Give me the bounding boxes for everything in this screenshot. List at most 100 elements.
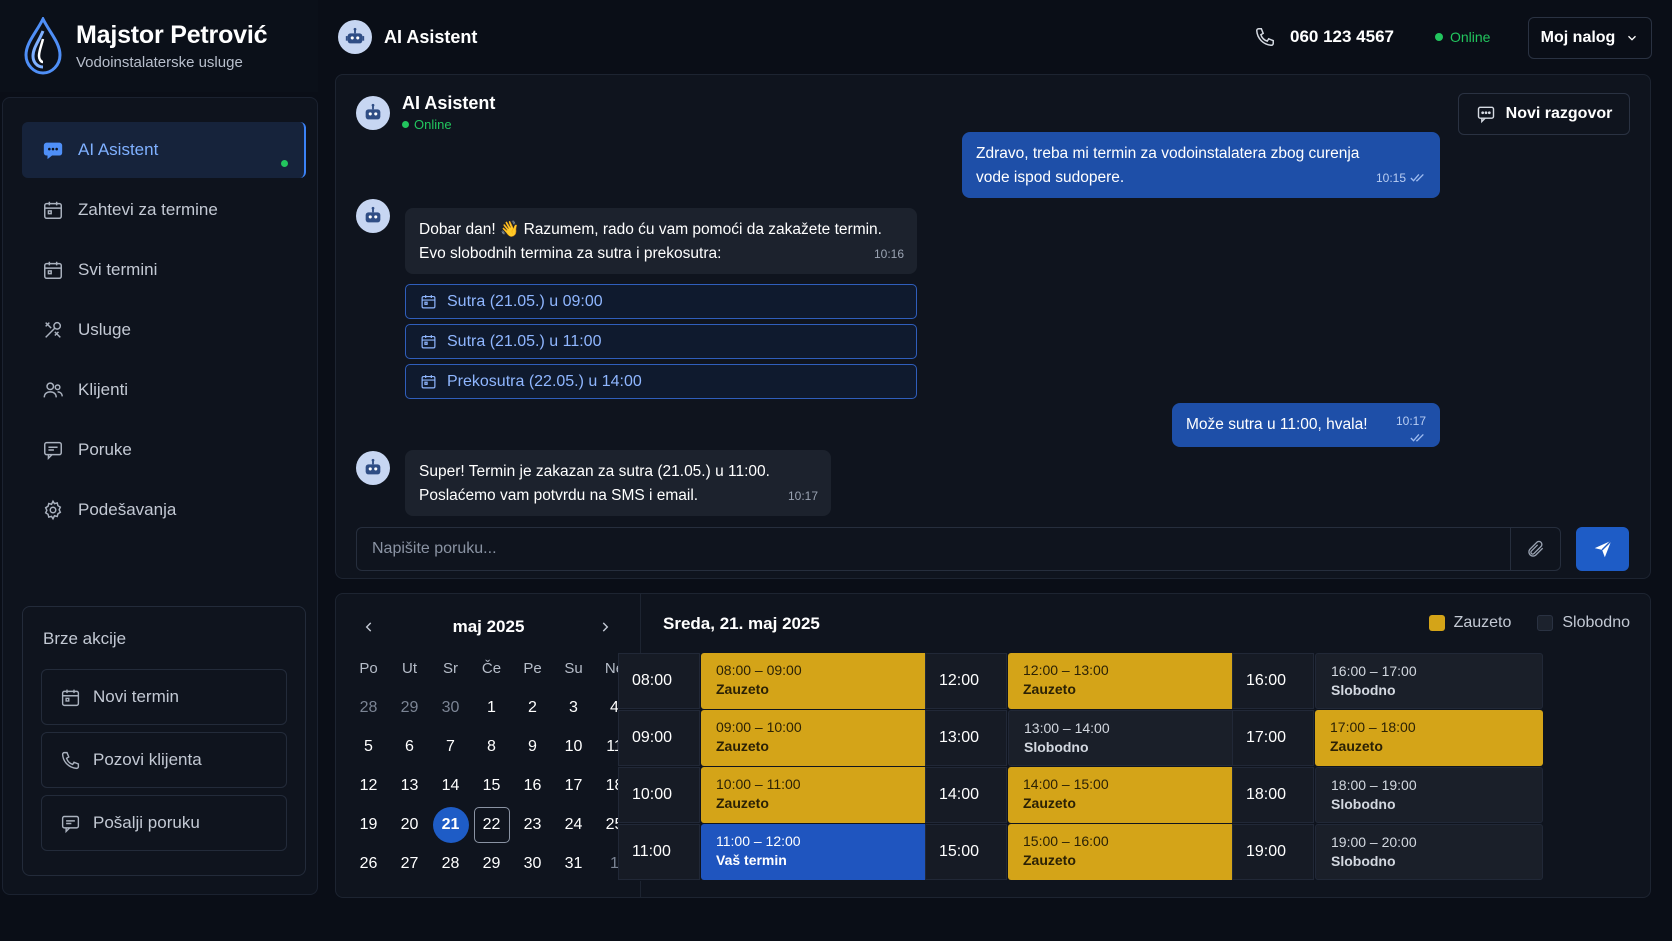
page-title-text: AI Asistent xyxy=(384,26,478,47)
calendar-day[interactable]: 30 xyxy=(430,688,471,727)
calendar-day[interactable]: 14 xyxy=(430,766,471,805)
new-appointment-button[interactable]: Novi termin xyxy=(41,669,287,725)
calendar-day[interactable]: 27 xyxy=(389,844,430,883)
calendar-day-number: 16 xyxy=(523,776,542,794)
calendar-day-selected[interactable]: 21 xyxy=(430,805,471,844)
message-time: 10:16 xyxy=(873,247,904,261)
time-slot-busy[interactable]: 09:00 – 10:00 Zauzeto xyxy=(701,710,929,766)
schedule-row: 14:00 14:00 – 15:00 Zauzeto xyxy=(925,767,1243,824)
weekday-header: Po Ut Sr Če Pe Su Ne xyxy=(348,660,635,677)
chat-panel: AI Asistent Online Novi razgovor Zdravo,… xyxy=(335,74,1651,579)
calendar-day[interactable]: 10 xyxy=(553,727,594,766)
sidebar-item-klijenti[interactable]: Klijenti xyxy=(22,362,306,418)
calendar-day[interactable]: 28 xyxy=(430,844,471,883)
account-menu-button[interactable]: Moj nalog xyxy=(1528,17,1652,59)
calendar-day[interactable]: 1 xyxy=(471,688,512,727)
next-month-button[interactable] xyxy=(592,614,618,640)
calendar-day[interactable]: 23 xyxy=(512,805,553,844)
calendar-day[interactable]: 28 xyxy=(348,688,389,727)
robot-icon xyxy=(356,451,390,485)
time-slot-range: 11:00 – 12:00 xyxy=(716,833,801,849)
time-slot-range: 08:00 – 09:00 xyxy=(716,662,802,678)
calendar-day[interactable]: 8 xyxy=(471,727,512,766)
calendar-day-number: 19 xyxy=(359,815,378,833)
calendar-day[interactable]: 29 xyxy=(389,688,430,727)
calendar-day[interactable]: 7 xyxy=(430,727,471,766)
calendar-day[interactable]: 13 xyxy=(389,766,430,805)
calendar-day[interactable]: 16 xyxy=(512,766,553,805)
time-slot-range: 18:00 – 19:00 xyxy=(1331,777,1417,793)
time-slot-mine[interactable]: 11:00 – 12:00 Vaš termin xyxy=(701,824,929,880)
sidebar-item-poruke[interactable]: Poruke xyxy=(22,422,306,478)
schedule-column: 12:00 12:00 – 13:00 Zauzeto 13:00 13:00 – 14… xyxy=(925,653,1243,881)
attach-button[interactable] xyxy=(1510,528,1560,570)
calendar-day[interactable]: 29 xyxy=(471,844,512,883)
calendar-day-number: 26 xyxy=(359,854,378,872)
call-client-button[interactable]: Pozovi klijenta xyxy=(41,732,287,788)
calendar-day[interactable]: 6 xyxy=(389,727,430,766)
calendar-day[interactable]: 5 xyxy=(348,727,389,766)
calendar-day[interactable]: 30 xyxy=(512,844,553,883)
schedule-hour-label: 18:00 xyxy=(1232,767,1314,823)
brand: Majstor Petrović Vodoinstalaterske uslug… xyxy=(0,0,318,92)
time-slot-free[interactable]: 18:00 – 19:00 Slobodno xyxy=(1315,767,1543,823)
users-icon xyxy=(43,382,63,398)
calendar-day-number: 20 xyxy=(400,815,419,833)
time-slot-status: Vaš termin xyxy=(716,852,787,868)
time-slot-busy[interactable]: 14:00 – 15:00 Zauzeto xyxy=(1008,767,1236,823)
calendar-day[interactable]: 17 xyxy=(553,766,594,805)
slot-option-button[interactable]: Prekosutra (22.05.) u 14:00 xyxy=(405,364,917,399)
calendar-day-number: 29 xyxy=(482,854,501,872)
chat-header: AI Asistent Online xyxy=(356,93,495,132)
calendar-day-number: 24 xyxy=(564,815,583,833)
slot-option-button[interactable]: Sutra (21.05.) u 11:00 xyxy=(405,324,917,359)
calendar-day-number: 9 xyxy=(528,737,537,755)
send-button[interactable] xyxy=(1576,527,1629,571)
slot-option-button[interactable]: Sutra (21.05.) u 09:00 xyxy=(405,284,917,319)
message-input[interactable] xyxy=(357,528,1517,570)
time-slot-status: Zauzeto xyxy=(1023,795,1076,811)
new-conversation-button[interactable]: Novi razgovor xyxy=(1458,93,1630,135)
time-slot-status: Zauzeto xyxy=(1023,681,1076,697)
sidebar-item-ai-asistent[interactable]: AI Asistent xyxy=(22,122,306,178)
time-slot-free[interactable]: 16:00 – 17:00 Slobodno xyxy=(1315,653,1543,709)
double-check-icon xyxy=(1410,433,1424,442)
time-slot-busy[interactable]: 12:00 – 13:00 Zauzeto xyxy=(1008,653,1236,709)
calendar-icon xyxy=(44,201,62,219)
time-slot-range: 19:00 – 20:00 xyxy=(1331,834,1417,850)
calendar-day-number: 28 xyxy=(441,854,460,872)
time-slot-busy[interactable]: 15:00 – 16:00 Zauzeto xyxy=(1008,824,1236,880)
calendar-day-number: 30 xyxy=(523,854,542,872)
schedule-date-title: Sreda, 21. maj 2025 xyxy=(663,614,820,633)
sidebar-item-svi-termini[interactable]: Svi termini xyxy=(22,242,306,298)
calendar-day[interactable]: 26 xyxy=(348,844,389,883)
assistant-message: Super! Termin je zakazan za sutra (21.05… xyxy=(405,450,831,516)
calendar-day[interactable]: 12 xyxy=(348,766,389,805)
message-line: Poslaćemo vam potvrdu na SMS i email. xyxy=(419,487,699,504)
time-slot-busy[interactable]: 17:00 – 18:00 Zauzeto xyxy=(1315,710,1543,766)
calendar-day[interactable]: 9 xyxy=(512,727,553,766)
calendar-day[interactable]: 22 xyxy=(471,805,512,844)
schedule-hour-label: 16:00 xyxy=(1232,653,1314,709)
calendar-day[interactable]: 31 xyxy=(553,844,594,883)
mini-calendar: maj 2025 Po Ut Sr Če Pe Su Ne 28 29 30 1 2 3 4 5 6 7 8 9 1… xyxy=(336,594,641,897)
calendar-day[interactable]: 2 xyxy=(512,688,553,727)
time-slot-free[interactable]: 13:00 – 14:00 Slobodno xyxy=(1008,710,1236,766)
sidebar-item-usluge[interactable]: Usluge xyxy=(22,302,306,358)
time-slot-busy[interactable]: 10:00 – 11:00 Zauzeto xyxy=(701,767,929,823)
time-slot-busy[interactable]: 08:00 – 09:00 Zauzeto xyxy=(701,653,929,709)
slot-option-label: Prekosutra (22.05.) u 14:00 xyxy=(447,372,642,390)
calendar-day[interactable]: 24 xyxy=(553,805,594,844)
sidebar-item-podesavanja[interactable]: Podešavanja xyxy=(22,482,306,538)
sidebar-item-zahtevi-za-termine[interactable]: Zahtevi za termine xyxy=(22,182,306,238)
phone-number[interactable]: 060 123 4567 xyxy=(1254,26,1394,48)
calendar-day[interactable]: 15 xyxy=(471,766,512,805)
calendar-day[interactable]: 3 xyxy=(553,688,594,727)
calendar-day[interactable]: 19 xyxy=(348,805,389,844)
calendar-day-number: 17 xyxy=(564,776,583,794)
calendar-day[interactable]: 20 xyxy=(389,805,430,844)
sidebar-item-label: AI Asistent xyxy=(78,140,159,159)
time-slot-free[interactable]: 19:00 – 20:00 Slobodno xyxy=(1315,824,1543,880)
legend-free-label: Slobodno xyxy=(1562,614,1630,631)
send-message-button[interactable]: Pošalji poruku xyxy=(41,795,287,851)
